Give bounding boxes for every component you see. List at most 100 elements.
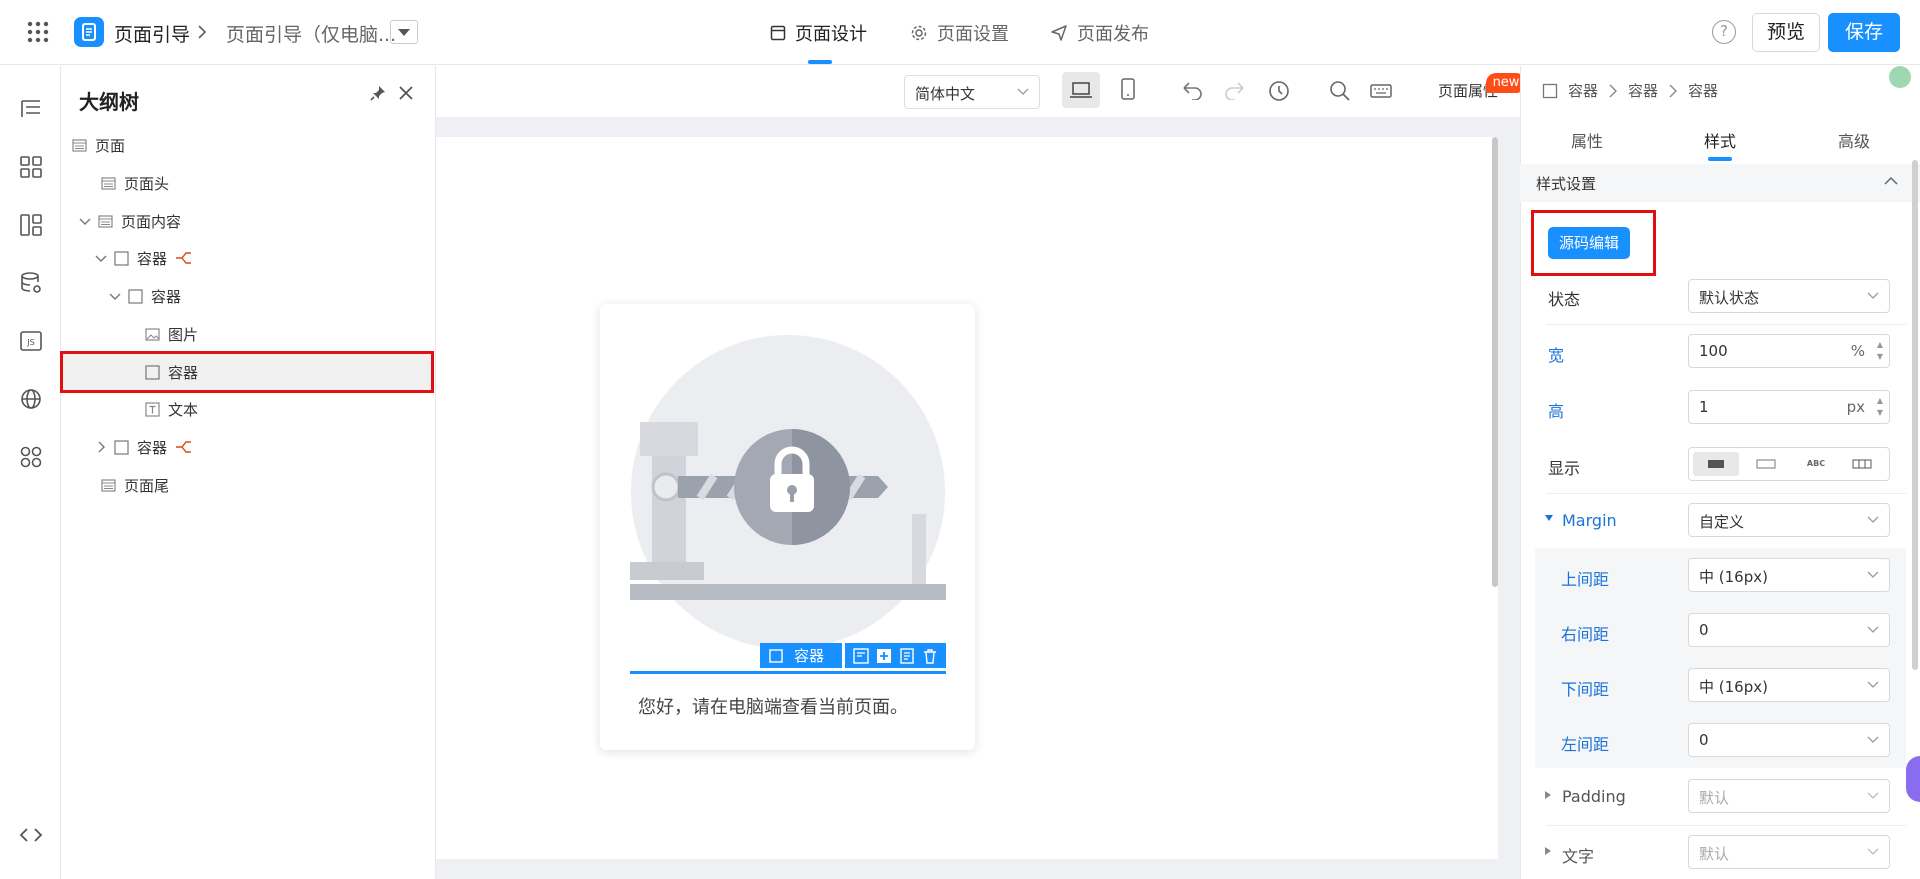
tab-advanced[interactable]: 高级: [1838, 128, 1870, 152]
copy-icon[interactable]: [898, 647, 916, 665]
caret-right-icon[interactable]: [1544, 790, 1552, 800]
chevron-down-icon: [1867, 292, 1879, 300]
tab-page-publish[interactable]: 页面发布: [1050, 20, 1149, 46]
page-icon: [101, 176, 116, 191]
chevron-down-icon[interactable]: [108, 289, 122, 303]
app-title[interactable]: 页面引导: [114, 20, 190, 47]
breadcrumb-item[interactable]: 容器: [1568, 80, 1598, 101]
history-icon[interactable]: [1268, 80, 1290, 102]
mobile-view-icon[interactable]: [1120, 78, 1136, 100]
js-icon[interactable]: JS: [18, 328, 44, 354]
left-icon-rail: JS: [0, 66, 61, 879]
canvas-scrollbar[interactable]: [1492, 137, 1498, 587]
add-icon[interactable]: [875, 647, 893, 665]
edit-icon[interactable]: [852, 647, 870, 665]
text-select[interactable]: 默认: [1688, 835, 1890, 869]
chevron-right-icon: [1668, 84, 1678, 98]
tree-node-container[interactable]: 容器: [108, 278, 483, 314]
tab-page-design[interactable]: 页面设计: [770, 20, 867, 46]
margin-top-select[interactable]: 中 (16px): [1688, 558, 1890, 592]
stepper-icon[interactable]: ▲ ▼: [1877, 339, 1883, 363]
tab-style[interactable]: 样式: [1704, 128, 1736, 152]
divider: [1546, 493, 1906, 494]
container-icon: [145, 364, 160, 380]
components-icon[interactable]: [18, 154, 44, 180]
tree-node-page-footer[interactable]: 页面尾: [101, 467, 476, 503]
chevron-down-icon[interactable]: [94, 251, 108, 265]
margin-left-select[interactable]: 0: [1688, 723, 1890, 757]
caret-down-icon[interactable]: [1544, 514, 1554, 522]
link-icon: [175, 440, 193, 454]
state-select[interactable]: 默认状态: [1688, 279, 1890, 313]
chevron-up-icon[interactable]: [1884, 176, 1898, 186]
layout-icon[interactable]: [18, 212, 44, 238]
breadcrumb-item[interactable]: 容器: [1628, 80, 1658, 101]
component-breadcrumb: 容器 容器 容器: [1542, 80, 1718, 101]
width-input[interactable]: 100 % ▲ ▼: [1688, 334, 1890, 368]
desktop-view-button[interactable]: [1062, 72, 1100, 108]
stepper-icon[interactable]: ▲ ▼: [1877, 395, 1883, 419]
source-edit-button[interactable]: 源码编辑: [1548, 227, 1630, 259]
caret-right-icon[interactable]: [1544, 846, 1552, 856]
close-icon[interactable]: [397, 84, 415, 102]
text-label[interactable]: 文字: [1562, 843, 1594, 867]
display-inline-block-option[interactable]: [1743, 452, 1789, 476]
settings-scrollbar[interactable]: [1912, 160, 1918, 670]
margin-right-label: 右间距: [1561, 625, 1610, 644]
datasource-icon[interactable]: [18, 270, 44, 296]
link-icon: [175, 251, 193, 265]
tree-node-container[interactable]: 容器: [94, 429, 469, 465]
pin-icon[interactable]: [369, 84, 387, 102]
page-icon: [101, 478, 116, 493]
margin-left-label: 左间距: [1561, 735, 1610, 754]
chevron-right-icon[interactable]: [94, 440, 108, 454]
tree-node-page-header[interactable]: 页面头: [101, 165, 476, 201]
margin-top-label: 上间距: [1561, 570, 1610, 589]
padding-label[interactable]: Padding: [1562, 787, 1626, 806]
display-block-option[interactable]: [1693, 452, 1739, 476]
display-inline-option[interactable]: ABC: [1793, 452, 1839, 476]
divider: [1546, 324, 1906, 325]
undo-icon[interactable]: [1180, 80, 1204, 100]
height-label: 高: [1548, 402, 1565, 421]
breadcrumb-item[interactable]: 容器: [1688, 80, 1718, 101]
tree-node-container[interactable]: 容器: [94, 240, 469, 276]
page-switch-dropdown[interactable]: [390, 20, 418, 44]
chevron-down-icon[interactable]: [78, 214, 92, 228]
globe-icon[interactable]: [18, 386, 44, 412]
help-icon[interactable]: ?: [1712, 20, 1736, 44]
padding-select[interactable]: 默认: [1688, 779, 1890, 813]
tree-node-page[interactable]: 页面: [72, 127, 447, 163]
status-dot: [1889, 66, 1911, 88]
tree-node-page-content[interactable]: 页面内容: [78, 203, 453, 239]
margin-select[interactable]: 自定义: [1688, 503, 1890, 537]
keyboard-icon[interactable]: [1370, 80, 1392, 102]
apps-icon[interactable]: [18, 444, 44, 470]
floating-assistant-button[interactable]: [1906, 756, 1920, 802]
tab-page-settings[interactable]: 页面设置: [910, 20, 1009, 46]
margin-label[interactable]: Margin: [1562, 511, 1617, 530]
width-unit[interactable]: %: [1851, 342, 1865, 360]
height-unit[interactable]: px: [1847, 398, 1865, 416]
placeholder-card[interactable]: [600, 304, 975, 750]
code-icon[interactable]: [18, 822, 44, 848]
delete-icon[interactable]: [921, 647, 939, 665]
outline-icon[interactable]: [18, 96, 44, 122]
save-button[interactable]: 保存: [1828, 13, 1900, 52]
margin-right-select[interactable]: 0: [1688, 613, 1890, 647]
app-grid-icon[interactable]: [26, 20, 50, 44]
chevron-down-icon: [1017, 88, 1029, 96]
lock-illustration: [630, 335, 946, 649]
tab-properties[interactable]: 属性: [1571, 128, 1603, 152]
display-flex-option[interactable]: [1839, 452, 1885, 476]
chevron-down-icon: [1867, 792, 1879, 800]
search-icon[interactable]: [1329, 80, 1351, 102]
preview-button[interactable]: 预览: [1752, 13, 1820, 52]
language-select[interactable]: 简体中文: [904, 75, 1040, 109]
redo-icon[interactable]: [1223, 80, 1247, 100]
margin-bottom-select[interactable]: 中 (16px): [1688, 668, 1890, 702]
height-input[interactable]: 1 px ▲ ▼: [1688, 390, 1890, 424]
page-name[interactable]: 页面引导（仅电脑...: [226, 20, 396, 47]
selected-component-tag[interactable]: 容器: [760, 643, 842, 668]
display-label: 显示: [1548, 459, 1581, 478]
